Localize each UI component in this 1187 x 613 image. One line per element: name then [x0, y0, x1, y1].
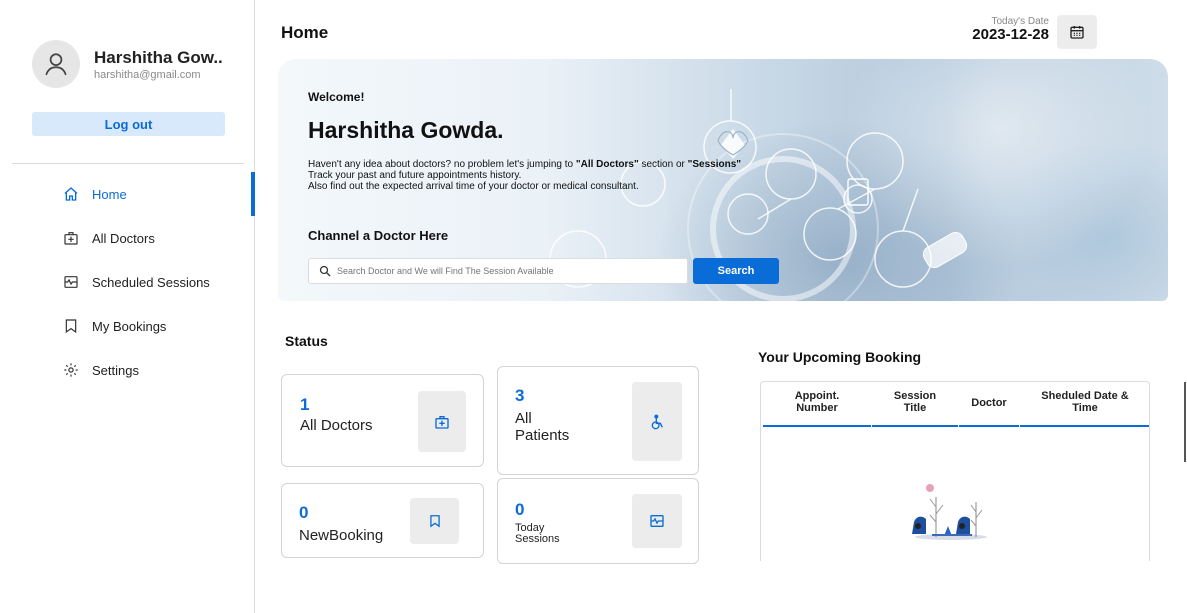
hero-line-2: Track your past and future appointments …: [308, 170, 522, 181]
status-card-all-doctors[interactable]: 1 All Doctors: [281, 374, 484, 467]
status-card-all-patients[interactable]: 3 All Patients: [497, 366, 699, 475]
upcoming-booking-table: Appoint. Number Session Title Doctor She…: [760, 381, 1150, 561]
status-card-new-booking[interactable]: 0 NewBooking: [281, 483, 484, 558]
sidebar-item-home[interactable]: Home: [0, 172, 255, 216]
column-header-session-title: Session Title: [893, 390, 937, 414]
empty-state-illustration: [912, 484, 987, 540]
hero-user-name: Harshitha Gowda.: [308, 117, 504, 143]
app: Harshitha Gow.. harshitha@gmail.com Log …: [0, 0, 1187, 613]
doctor-bag-icon: [418, 391, 466, 452]
todays-date: Today's Date 2023-12-28: [972, 16, 1049, 43]
column-header-doctor: Doctor: [971, 397, 1007, 409]
profile-email: harshitha@gmail.com: [94, 68, 201, 81]
doctor-search-input[interactable]: [337, 266, 677, 276]
column-header-appointment-number: Appoint. Number: [794, 390, 840, 414]
all-doctors-link[interactable]: "All Doctors": [576, 159, 639, 170]
page-title: Home: [281, 23, 329, 42]
header-underline: [872, 425, 958, 427]
calendar-button[interactable]: [1057, 15, 1097, 49]
status-value: 1: [300, 395, 310, 414]
doctor-search-box: [308, 258, 688, 284]
hero-line-3: Also find out the expected arrival time …: [308, 181, 639, 192]
bookmark-icon: [62, 317, 80, 335]
date-value: 2023-12-28: [972, 26, 1049, 43]
calendar-icon: [1070, 26, 1084, 39]
status-value: 3: [515, 386, 525, 405]
doctor-bag-icon: [62, 229, 80, 247]
sidebar-item-scheduled-sessions[interactable]: Scheduled Sessions: [0, 260, 255, 304]
channel-doctor-title: Channel a Doctor Here: [308, 228, 449, 243]
logout-button[interactable]: Log out: [32, 112, 225, 136]
sidebar: Harshitha Gow.. harshitha@gmail.com Log …: [0, 0, 255, 613]
column-header-scheduled-date-time: Sheduled Date & Time: [1041, 390, 1129, 414]
sidebar-nav: Home All Doctors Scheduled Sessions My B…: [0, 172, 255, 392]
status-title: Status: [285, 333, 328, 349]
sidebar-item-label: Scheduled Sessions: [92, 274, 210, 290]
status-label: All Patients: [515, 410, 570, 444]
upcoming-booking-title: Your Upcoming Booking: [758, 349, 922, 365]
hero-line-1-text: Haven't any idea about doctors? no probl…: [308, 159, 576, 170]
sidebar-item-label: All Doctors: [92, 230, 155, 246]
hero-line-1-text-2: section or: [638, 159, 688, 170]
sidebar-item-label: My Bookings: [92, 318, 167, 334]
welcome-label: Welcome!: [308, 90, 365, 104]
home-icon: [62, 185, 80, 203]
status-label: NewBooking: [299, 527, 384, 544]
hero-line-1: Haven't any idea about doctors? no probl…: [308, 159, 1008, 170]
status-value: 0: [515, 500, 525, 519]
status-label: Today Sessions: [515, 522, 560, 545]
sidebar-item-my-bookings[interactable]: My Bookings: [0, 304, 255, 348]
header-underline: [763, 425, 871, 427]
search-button[interactable]: Search: [693, 258, 779, 284]
sidebar-item-label: Settings: [92, 362, 139, 378]
sidebar-item-settings[interactable]: Settings: [0, 348, 255, 392]
welcome-banner: Welcome! Harshitha Gowda. Haven't any id…: [278, 59, 1168, 301]
avatar: [32, 40, 80, 88]
hero-description: Haven't any idea about doctors? no probl…: [308, 159, 1008, 192]
user-icon: [45, 53, 67, 76]
wheelchair-icon: [632, 382, 682, 461]
status-label: All Doctors: [300, 417, 373, 434]
sidebar-divider: [12, 163, 244, 164]
bookmark-icon: [410, 498, 459, 544]
sessions-icon: [632, 494, 682, 548]
search-icon: [319, 265, 331, 277]
user-profile: Harshitha Gow.. harshitha@gmail.com: [32, 40, 223, 88]
sidebar-item-all-doctors[interactable]: All Doctors: [0, 216, 255, 260]
sessions-icon: [62, 273, 80, 291]
scrollbar[interactable]: [1184, 382, 1186, 462]
profile-name: Harshitha Gow..: [94, 47, 223, 67]
status-value: 0: [299, 503, 309, 522]
sessions-link[interactable]: "Sessions": [688, 159, 741, 170]
gear-icon: [62, 361, 80, 379]
header-underline: [959, 425, 1019, 427]
header-underline: [1020, 425, 1149, 427]
sidebar-item-label: Home: [92, 186, 127, 202]
status-card-today-sessions[interactable]: 0 Today Sessions: [497, 478, 699, 564]
